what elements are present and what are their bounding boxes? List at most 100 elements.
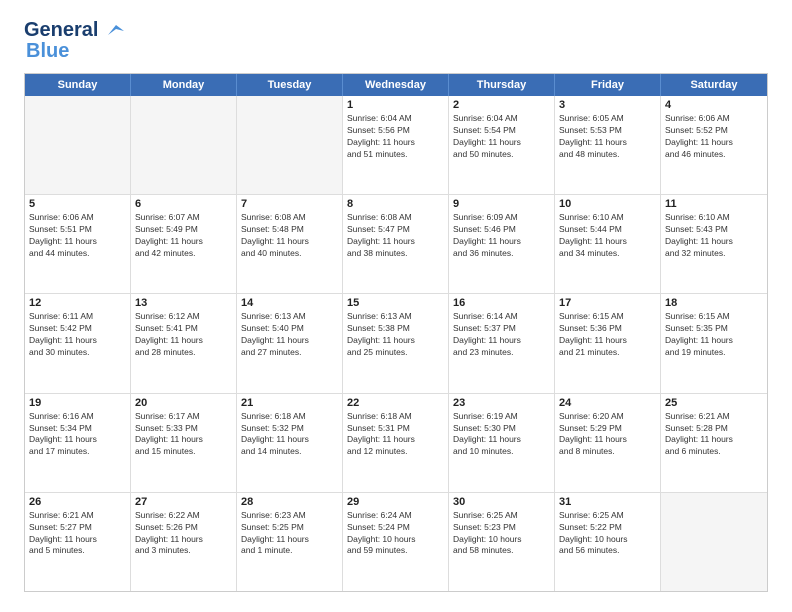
- cell-info: Sunrise: 6:15 AM: [559, 311, 656, 323]
- day-number: 7: [241, 198, 338, 210]
- day-number: 27: [135, 496, 232, 508]
- cell-info: Sunrise: 6:05 AM: [559, 113, 656, 125]
- cell-info: Sunrise: 6:21 AM: [29, 510, 126, 522]
- cell-info: Sunset: 5:47 PM: [347, 224, 444, 236]
- cell-info: Sunrise: 6:24 AM: [347, 510, 444, 522]
- cell-info: Daylight: 11 hours: [665, 137, 763, 149]
- calendar-cell: [661, 493, 767, 591]
- day-number: 4: [665, 99, 763, 111]
- calendar-cell: 12Sunrise: 6:11 AMSunset: 5:42 PMDayligh…: [25, 294, 131, 392]
- header-saturday: Saturday: [661, 74, 767, 96]
- calendar-cell: 13Sunrise: 6:12 AMSunset: 5:41 PMDayligh…: [131, 294, 237, 392]
- calendar-week-4: 19Sunrise: 6:16 AMSunset: 5:34 PMDayligh…: [25, 394, 767, 493]
- calendar-cell: 17Sunrise: 6:15 AMSunset: 5:36 PMDayligh…: [555, 294, 661, 392]
- calendar-cell: [131, 96, 237, 194]
- cell-info: Sunrise: 6:23 AM: [241, 510, 338, 522]
- day-number: 29: [347, 496, 444, 508]
- cell-info: Sunrise: 6:15 AM: [665, 311, 763, 323]
- logo-bird-icon: [104, 23, 126, 39]
- day-number: 25: [665, 397, 763, 409]
- cell-info: Sunset: 5:33 PM: [135, 423, 232, 435]
- day-number: 18: [665, 297, 763, 309]
- day-number: 6: [135, 198, 232, 210]
- cell-info: Sunrise: 6:04 AM: [347, 113, 444, 125]
- cell-info: Sunset: 5:34 PM: [29, 423, 126, 435]
- calendar-body: 1Sunrise: 6:04 AMSunset: 5:56 PMDaylight…: [25, 96, 767, 591]
- calendar-cell: 5Sunrise: 6:06 AMSunset: 5:51 PMDaylight…: [25, 195, 131, 293]
- cell-info: Daylight: 11 hours: [347, 137, 444, 149]
- cell-info: Daylight: 11 hours: [453, 236, 550, 248]
- header-tuesday: Tuesday: [237, 74, 343, 96]
- day-number: 1: [347, 99, 444, 111]
- cell-info: and 27 minutes.: [241, 347, 338, 359]
- calendar-week-3: 12Sunrise: 6:11 AMSunset: 5:42 PMDayligh…: [25, 294, 767, 393]
- cell-info: Daylight: 11 hours: [241, 434, 338, 446]
- cell-info: and 46 minutes.: [665, 149, 763, 161]
- cell-info: Sunrise: 6:16 AM: [29, 411, 126, 423]
- calendar-cell: 15Sunrise: 6:13 AMSunset: 5:38 PMDayligh…: [343, 294, 449, 392]
- cell-info: and 10 minutes.: [453, 446, 550, 458]
- cell-info: Sunrise: 6:19 AM: [453, 411, 550, 423]
- cell-info: Sunset: 5:53 PM: [559, 125, 656, 137]
- cell-info: Sunrise: 6:10 AM: [665, 212, 763, 224]
- day-number: 10: [559, 198, 656, 210]
- header: General Blue: [24, 20, 768, 63]
- day-number: 14: [241, 297, 338, 309]
- calendar-cell: 8Sunrise: 6:08 AMSunset: 5:47 PMDaylight…: [343, 195, 449, 293]
- cell-info: Sunrise: 6:04 AM: [453, 113, 550, 125]
- cell-info: Sunset: 5:23 PM: [453, 522, 550, 534]
- day-number: 21: [241, 397, 338, 409]
- calendar-cell: 31Sunrise: 6:25 AMSunset: 5:22 PMDayligh…: [555, 493, 661, 591]
- page: General Blue Sunday Monday Tuesday Wedne…: [0, 0, 792, 612]
- cell-info: Daylight: 11 hours: [559, 236, 656, 248]
- cell-info: and 44 minutes.: [29, 248, 126, 260]
- cell-info: Sunset: 5:30 PM: [453, 423, 550, 435]
- cell-info: Daylight: 11 hours: [135, 236, 232, 248]
- day-number: 20: [135, 397, 232, 409]
- cell-info: and 38 minutes.: [347, 248, 444, 260]
- calendar-cell: 10Sunrise: 6:10 AMSunset: 5:44 PMDayligh…: [555, 195, 661, 293]
- calendar-cell: 11Sunrise: 6:10 AMSunset: 5:43 PMDayligh…: [661, 195, 767, 293]
- calendar-cell: [25, 96, 131, 194]
- cell-info: Daylight: 11 hours: [559, 137, 656, 149]
- cell-info: and 36 minutes.: [453, 248, 550, 260]
- cell-info: Sunset: 5:27 PM: [29, 522, 126, 534]
- cell-info: Sunset: 5:36 PM: [559, 323, 656, 335]
- cell-info: Sunset: 5:41 PM: [135, 323, 232, 335]
- calendar-cell: 23Sunrise: 6:19 AMSunset: 5:30 PMDayligh…: [449, 394, 555, 492]
- cell-info: Sunset: 5:54 PM: [453, 125, 550, 137]
- logo-text: General: [24, 20, 126, 40]
- cell-info: and 30 minutes.: [29, 347, 126, 359]
- calendar-cell: 14Sunrise: 6:13 AMSunset: 5:40 PMDayligh…: [237, 294, 343, 392]
- calendar-cell: 9Sunrise: 6:09 AMSunset: 5:46 PMDaylight…: [449, 195, 555, 293]
- calendar-cell: 28Sunrise: 6:23 AMSunset: 5:25 PMDayligh…: [237, 493, 343, 591]
- day-number: 5: [29, 198, 126, 210]
- calendar-cell: 7Sunrise: 6:08 AMSunset: 5:48 PMDaylight…: [237, 195, 343, 293]
- calendar-cell: 24Sunrise: 6:20 AMSunset: 5:29 PMDayligh…: [555, 394, 661, 492]
- cell-info: Sunrise: 6:18 AM: [347, 411, 444, 423]
- logo-blue-text: Blue: [26, 40, 69, 63]
- cell-info: and 56 minutes.: [559, 545, 656, 557]
- cell-info: Sunrise: 6:13 AM: [347, 311, 444, 323]
- calendar-cell: 25Sunrise: 6:21 AMSunset: 5:28 PMDayligh…: [661, 394, 767, 492]
- cell-info: and 19 minutes.: [665, 347, 763, 359]
- cell-info: and 32 minutes.: [665, 248, 763, 260]
- cell-info: and 50 minutes.: [453, 149, 550, 161]
- cell-info: Sunset: 5:26 PM: [135, 522, 232, 534]
- calendar-cell: 29Sunrise: 6:24 AMSunset: 5:24 PMDayligh…: [343, 493, 449, 591]
- day-number: 9: [453, 198, 550, 210]
- cell-info: and 42 minutes.: [135, 248, 232, 260]
- cell-info: Daylight: 11 hours: [453, 335, 550, 347]
- calendar-cell: 19Sunrise: 6:16 AMSunset: 5:34 PMDayligh…: [25, 394, 131, 492]
- calendar-cell: 26Sunrise: 6:21 AMSunset: 5:27 PMDayligh…: [25, 493, 131, 591]
- day-number: 12: [29, 297, 126, 309]
- cell-info: Daylight: 11 hours: [29, 236, 126, 248]
- cell-info: Sunrise: 6:07 AM: [135, 212, 232, 224]
- cell-info: and 14 minutes.: [241, 446, 338, 458]
- calendar-cell: 22Sunrise: 6:18 AMSunset: 5:31 PMDayligh…: [343, 394, 449, 492]
- calendar-cell: 1Sunrise: 6:04 AMSunset: 5:56 PMDaylight…: [343, 96, 449, 194]
- cell-info: Sunset: 5:46 PM: [453, 224, 550, 236]
- cell-info: Daylight: 11 hours: [347, 236, 444, 248]
- cell-info: Sunset: 5:37 PM: [453, 323, 550, 335]
- cell-info: Sunrise: 6:08 AM: [347, 212, 444, 224]
